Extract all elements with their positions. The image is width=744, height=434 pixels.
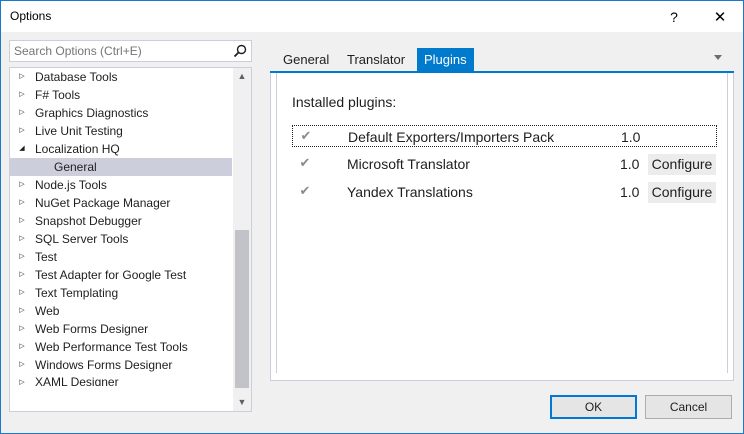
plugin-row[interactable]: ✔ Microsoft Translator 1.0 Configure	[292, 153, 717, 175]
search-box[interactable]	[9, 40, 252, 62]
tree-item[interactable]: ▷ Windows Forms Designer	[10, 356, 232, 374]
plugin-checkbox[interactable]: ✔	[299, 129, 313, 143]
scroll-thumb[interactable]	[235, 230, 249, 388]
tree-item-label: Test Adapter for Google Test	[35, 268, 187, 282]
tree-item[interactable]: ▷ Test	[10, 248, 232, 266]
collapsed-arrow-icon[interactable]: ▷	[17, 122, 27, 140]
plugins-panel-inner: Installed plugins: ✔ Default Exporters/I…	[276, 73, 728, 373]
tree-item[interactable]: ▷ Snapshot Debugger	[10, 212, 232, 230]
tree-item[interactable]: General	[10, 158, 232, 176]
collapsed-arrow-icon[interactable]: ▷	[17, 230, 27, 248]
tree-item[interactable]: ▷ Live Unit Testing	[10, 122, 232, 140]
installed-plugins-heading: Installed plugins:	[292, 94, 397, 110]
tree-item-label: Snapshot Debugger	[35, 214, 142, 228]
tree-item[interactable]: ▷ Graphics Diagnostics	[10, 104, 232, 122]
tree-item[interactable]: ▷ XAML Designer	[10, 374, 232, 386]
tree-item[interactable]: ▷ Database Tools	[10, 68, 232, 86]
tree-item[interactable]: ▷ Web	[10, 302, 232, 320]
tab-plugins[interactable]: Plugins	[417, 48, 474, 72]
collapsed-arrow-icon[interactable]: ▷	[17, 374, 27, 386]
tree-item-label: Database Tools	[35, 70, 118, 84]
plugin-version: 1.0	[620, 156, 640, 172]
tree-item[interactable]: ▷ SQL Server Tools	[10, 230, 232, 248]
collapsed-arrow-icon[interactable]: ▷	[17, 248, 27, 266]
tree-item[interactable]: ▷ Node.js Tools	[10, 176, 232, 194]
search-icon[interactable]	[232, 43, 248, 59]
window-title: Options	[10, 9, 52, 23]
tab-dropdown-icon[interactable]	[714, 55, 722, 60]
tree-item-label: SQL Server Tools	[35, 232, 129, 246]
plugins-panel: Installed plugins: ✔ Default Exporters/I…	[270, 73, 734, 381]
tree-item-label: Graphics Diagnostics	[35, 106, 149, 120]
tree-list: ▷ Database Tools ▷ F# Tools ▷ Graphics Diagno…	[10, 68, 232, 386]
tree-item-label: Localization HQ	[35, 142, 120, 156]
collapsed-arrow-icon[interactable]: ▷	[17, 176, 27, 194]
tree-item[interactable]: ▷ NuGet Package Manager	[10, 194, 232, 212]
plugin-name: Microsoft Translator	[347, 156, 470, 172]
tree-item-label: NuGet Package Manager	[35, 196, 171, 210]
tree-item[interactable]: ◢ Localization HQ	[10, 140, 232, 158]
tree-item-label: Live Unit Testing	[35, 124, 123, 138]
plugin-checkbox[interactable]: ✔	[298, 156, 312, 170]
search-input[interactable]	[10, 41, 230, 61]
collapsed-arrow-icon[interactable]: ▷	[17, 356, 27, 374]
collapsed-arrow-icon[interactable]: ▷	[17, 86, 27, 104]
tab-strip: General Translator Plugins	[270, 45, 734, 72]
title-bar: Options ? ✕	[1, 1, 743, 32]
plugin-name: Yandex Translations	[347, 184, 473, 200]
tree-item[interactable]: ▷ Test Adapter for Google Test	[10, 266, 232, 284]
ok-button[interactable]: OK	[550, 395, 637, 419]
configure-button[interactable]: Configure	[648, 182, 716, 203]
collapsed-arrow-icon[interactable]: ▷	[17, 320, 27, 338]
tree-item-label: General	[54, 160, 97, 174]
plugin-row[interactable]: ✔ Default Exporters/Importers Pack 1.0	[292, 125, 717, 147]
tree-item-label: Web	[35, 304, 60, 318]
tree-item[interactable]: ▷ Web Forms Designer	[10, 320, 232, 338]
scroll-up-arrow-icon[interactable]: ▲	[233, 68, 251, 85]
tab-general[interactable]: General	[276, 48, 336, 72]
collapsed-arrow-icon[interactable]: ▷	[17, 68, 27, 86]
tree-scrollbar[interactable]: ▲ ▼	[233, 68, 251, 411]
options-dialog: Options ? ✕ ▷ Database Tools ▷ F# Tools ▷ Gra…	[0, 0, 744, 434]
tree-item-label: Web Performance Test Tools	[35, 340, 188, 354]
tree-item-label: Web Forms Designer	[35, 322, 149, 336]
expanded-arrow-icon[interactable]: ◢	[17, 140, 27, 158]
collapsed-arrow-icon[interactable]: ▷	[17, 266, 27, 284]
cancel-button[interactable]: Cancel	[645, 395, 732, 419]
tab-translator[interactable]: Translator	[340, 48, 412, 72]
collapsed-arrow-icon[interactable]: ▷	[17, 194, 27, 212]
plugin-checkbox[interactable]: ✔	[298, 184, 312, 198]
scroll-down-arrow-icon[interactable]: ▼	[233, 394, 251, 411]
tree-item-label: Windows Forms Designer	[35, 358, 173, 372]
tree-item-label: Test	[35, 250, 58, 264]
tree-item-label: F# Tools	[35, 88, 81, 102]
options-tree[interactable]: ▷ Database Tools ▷ F# Tools ▷ Graphics Diagno…	[9, 67, 252, 412]
collapsed-arrow-icon[interactable]: ▷	[17, 104, 27, 122]
plugin-version: 1.0	[621, 129, 641, 145]
tree-item-label: Text Templating	[35, 286, 119, 300]
plugin-name: Default Exporters/Importers Pack	[348, 129, 555, 145]
tree-item[interactable]: ▷ F# Tools	[10, 86, 232, 104]
close-button[interactable]: ✕	[697, 1, 743, 32]
collapsed-arrow-icon[interactable]: ▷	[17, 302, 27, 320]
help-button[interactable]: ?	[651, 1, 697, 32]
tree-item[interactable]: ▷ Text Templating	[10, 284, 232, 302]
plugin-version: 1.0	[620, 184, 640, 200]
tree-item-label: Node.js Tools	[35, 178, 107, 192]
right-pane: General Translator Plugins Installed plu…	[270, 45, 734, 381]
plugin-row[interactable]: ✔ Yandex Translations 1.0 Configure	[292, 181, 717, 203]
collapsed-arrow-icon[interactable]: ▷	[17, 338, 27, 356]
tree-item-label: XAML Designer	[35, 375, 119, 386]
configure-button[interactable]: Configure	[648, 154, 716, 175]
tree-item[interactable]: ▷ Web Performance Test Tools	[10, 338, 232, 356]
collapsed-arrow-icon[interactable]: ▷	[17, 284, 27, 302]
collapsed-arrow-icon[interactable]: ▷	[17, 212, 27, 230]
